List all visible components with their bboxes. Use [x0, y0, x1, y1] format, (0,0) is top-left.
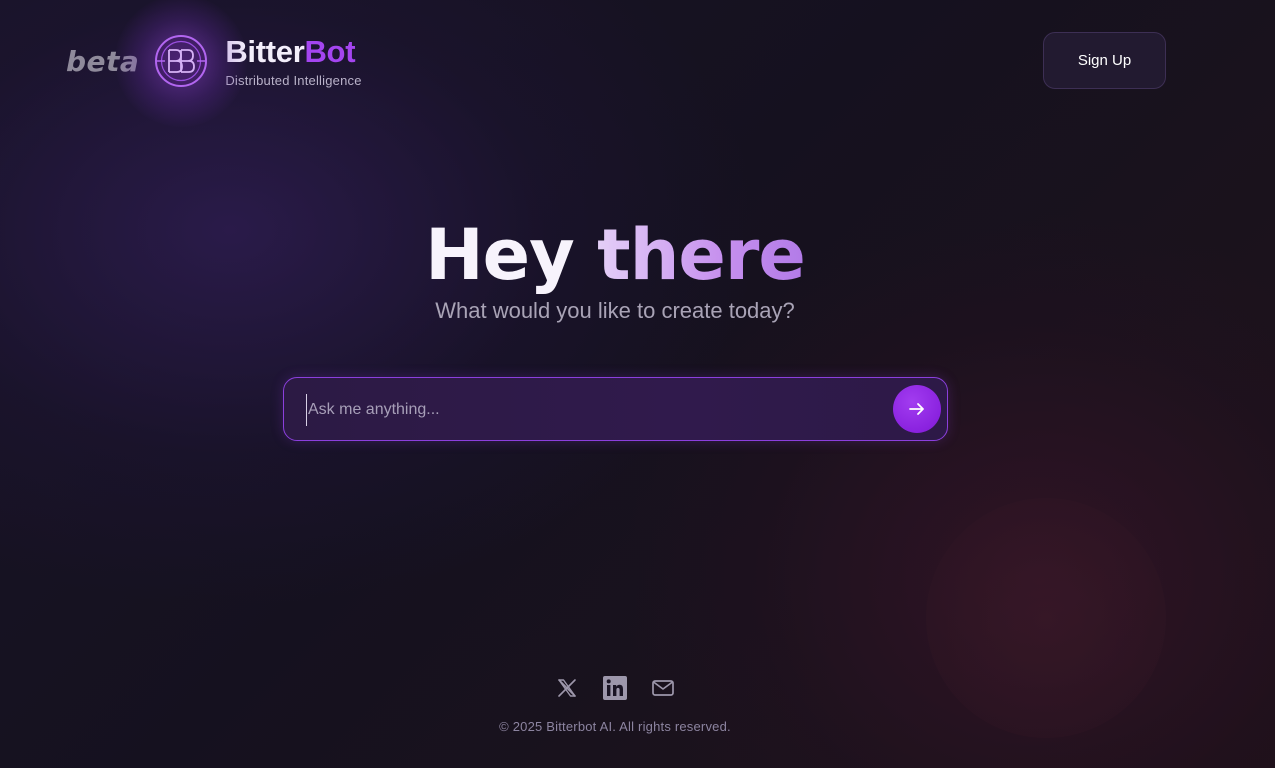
linkedin-icon[interactable] — [603, 676, 627, 700]
copyright: © 2025 Bitterbot AI. All rights reserved… — [499, 719, 731, 734]
background-glow — [926, 498, 1166, 738]
prompt-box — [283, 377, 948, 441]
x-icon[interactable] — [555, 676, 579, 700]
brand: beta BitterBot Distributed Intelligence — [66, 0, 362, 127]
sign-up-button[interactable]: Sign Up — [1043, 32, 1166, 89]
send-button[interactable] — [893, 385, 941, 433]
social-links — [0, 676, 1230, 700]
hero-title-part1: Hey — [425, 214, 575, 296]
arrow-right-icon — [909, 403, 924, 415]
mail-icon[interactable] — [651, 676, 675, 700]
hero-title: Hey there — [0, 212, 1230, 298]
hero-subtitle: What would you like to create today? — [435, 298, 795, 323]
brand-name-part2: Bot — [304, 33, 356, 69]
logo[interactable] — [115, 0, 248, 127]
brand-tagline: Distributed Intelligence — [225, 72, 362, 88]
bb-monogram-icon — [155, 35, 208, 87]
prompt-input[interactable] — [306, 394, 876, 426]
hero-title-part2: there — [597, 214, 806, 296]
